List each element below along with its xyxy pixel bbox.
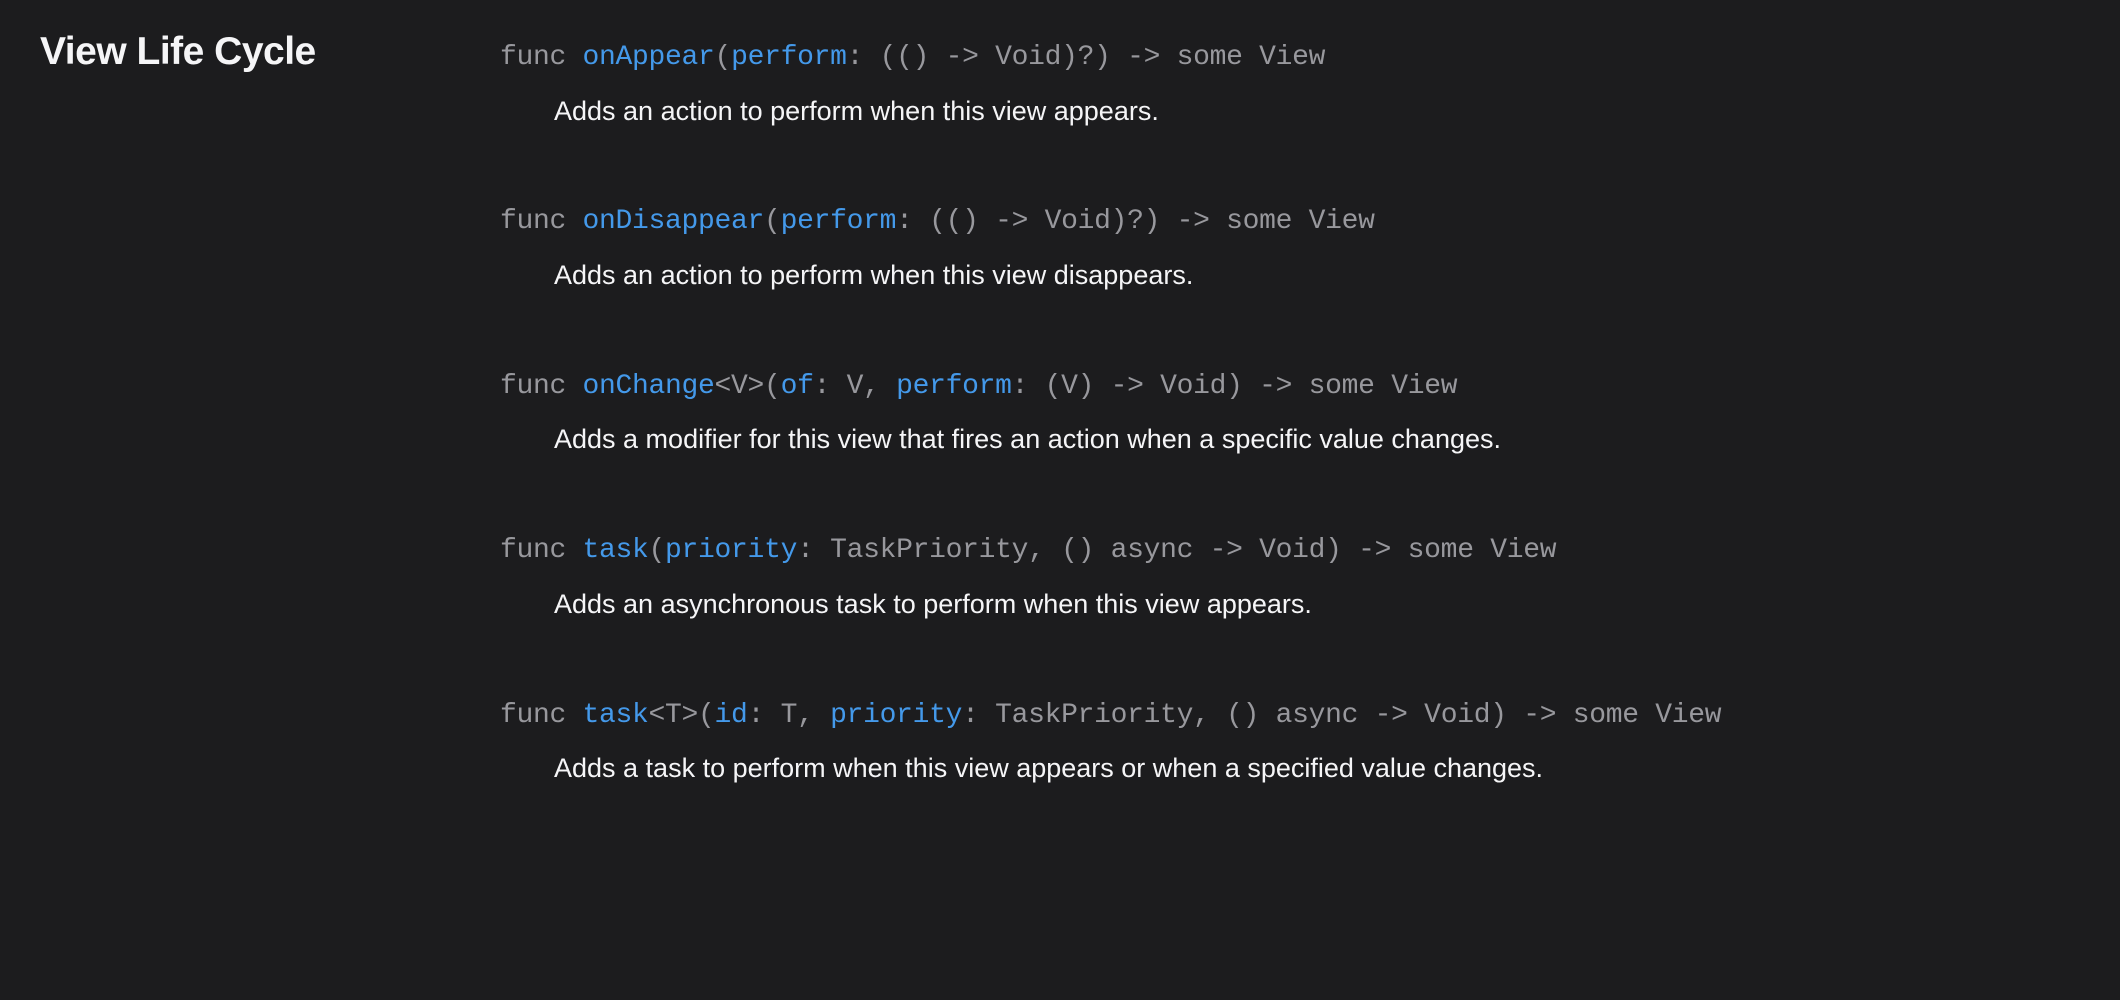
keyword: func [500, 535, 583, 566]
keyword: func [500, 206, 583, 237]
api-description: Adds a modifier for this view that fires… [554, 421, 2080, 459]
api-description: Adds an action to perform when this view… [554, 93, 2080, 131]
punctuation: ( [764, 206, 781, 237]
signature-rest: : (() -> Void)?) -> some View [847, 42, 1326, 73]
api-entry: func onAppear(perform: (() -> Void)?) ->… [500, 38, 2080, 130]
param-label: perform [896, 371, 1012, 402]
section-content: func onAppear(perform: (() -> Void)?) ->… [500, 30, 2080, 860]
punctuation: : V, [814, 371, 897, 402]
param-label: priority [830, 700, 962, 731]
function-name: task [583, 535, 649, 566]
api-signature[interactable]: func onAppear(perform: (() -> Void)?) ->… [500, 38, 2080, 79]
api-description: Adds a task to perform when this view ap… [554, 750, 2080, 788]
punctuation: ( [715, 42, 732, 73]
generic-params: <V>( [715, 371, 781, 402]
signature-rest: : TaskPriority, () async -> Void) -> som… [797, 535, 1556, 566]
api-signature[interactable]: func task(priority: TaskPriority, () asy… [500, 531, 2080, 572]
param-label: id [715, 700, 748, 731]
api-description: Adds an asynchronous task to perform whe… [554, 586, 2080, 624]
param-label: priority [665, 535, 797, 566]
punctuation: : T, [748, 700, 831, 731]
api-entry: func onDisappear(perform: (() -> Void)?)… [500, 202, 2080, 294]
param-label: perform [781, 206, 897, 237]
api-signature[interactable]: func onDisappear(perform: (() -> Void)?)… [500, 202, 2080, 243]
section-title: View Life Cycle [40, 30, 440, 74]
punctuation: ( [649, 535, 666, 566]
api-entry: func task<T>(id: T, priority: TaskPriori… [500, 696, 2080, 788]
api-signature[interactable]: func task<T>(id: T, priority: TaskPriori… [500, 696, 2080, 737]
signature-rest: : (V) -> Void) -> some View [1012, 371, 1458, 402]
keyword: func [500, 371, 583, 402]
param-label: of [781, 371, 814, 402]
function-name: onDisappear [583, 206, 765, 237]
generic-params: <T>( [649, 700, 715, 731]
signature-rest: : TaskPriority, () async -> Void) -> som… [962, 700, 1721, 731]
function-name: onAppear [583, 42, 715, 73]
keyword: func [500, 700, 583, 731]
function-name: onChange [583, 371, 715, 402]
section-sidebar: View Life Cycle [40, 30, 440, 860]
function-name: task [583, 700, 649, 731]
api-entry: func onChange<V>(of: V, perform: (V) -> … [500, 367, 2080, 459]
api-entry: func task(priority: TaskPriority, () asy… [500, 531, 2080, 623]
doc-container: View Life Cycle func onAppear(perform: (… [40, 30, 2080, 860]
api-signature[interactable]: func onChange<V>(of: V, perform: (V) -> … [500, 367, 2080, 408]
api-description: Adds an action to perform when this view… [554, 257, 2080, 295]
keyword: func [500, 42, 583, 73]
param-label: perform [731, 42, 847, 73]
signature-rest: : (() -> Void)?) -> some View [896, 206, 1375, 237]
